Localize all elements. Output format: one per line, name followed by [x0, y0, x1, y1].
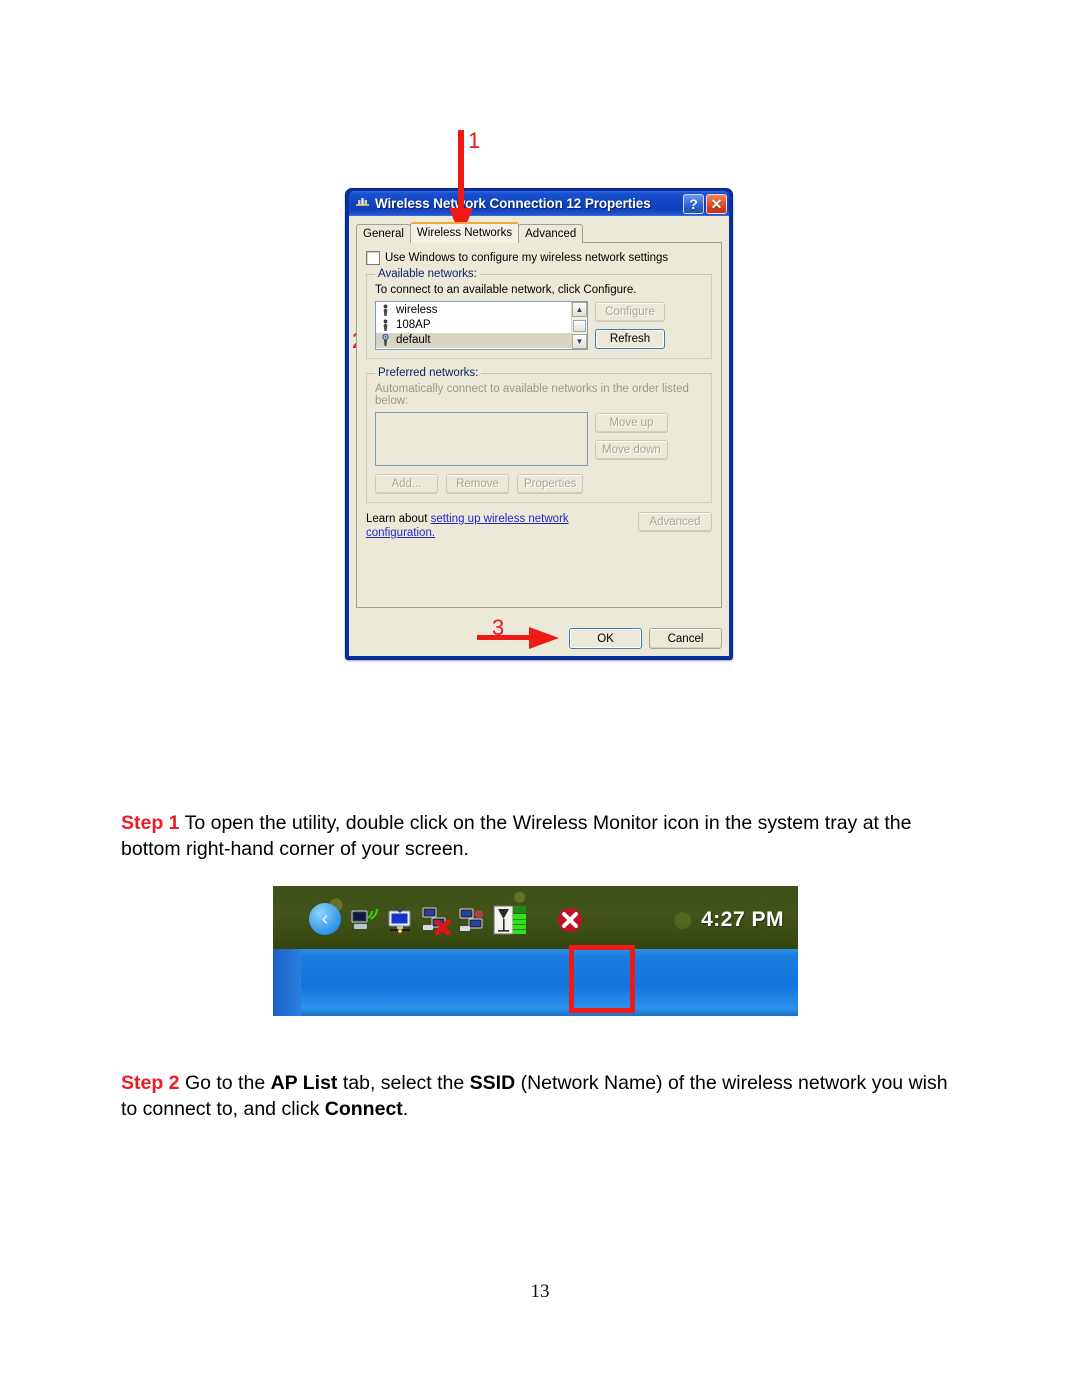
- available-networks-description: To connect to an available network, clic…: [375, 284, 637, 296]
- preferred-networks-group: Preferred networks: Automatically connec…: [366, 367, 712, 503]
- available-networks-listbox[interactable]: wireless 108AP default ▲ ▼: [375, 301, 588, 350]
- use-windows-checkbox[interactable]: [366, 251, 380, 265]
- network-activity-icon[interactable]: [349, 905, 379, 935]
- dialog-footer-buttons: OK Cancel: [569, 628, 722, 649]
- list-item[interactable]: default: [376, 333, 571, 348]
- properties-button[interactable]: Properties: [517, 474, 584, 494]
- step-2-part-5: Connect: [324, 1098, 403, 1120]
- wireless-monitor-icon[interactable]: [493, 904, 527, 936]
- configure-button[interactable]: Configure: [595, 302, 665, 322]
- dialog-client-area: General Wireless Networks Advanced Use W…: [349, 216, 729, 656]
- ad-hoc-network-icon: [380, 319, 391, 332]
- caption-buttons: ? ✕: [683, 193, 727, 214]
- wireless-networks-tab-page: Use Windows to configure my wireless net…: [356, 242, 722, 608]
- tab-advanced[interactable]: Advanced: [518, 224, 584, 243]
- security-alert-icon[interactable]: [555, 905, 585, 935]
- taskbar-clock[interactable]: 4:27 PM: [701, 908, 784, 932]
- list-item[interactable]: wireless: [376, 303, 571, 318]
- list-item-label: 108AP: [396, 319, 431, 331]
- scroll-up-icon[interactable]: ▲: [572, 302, 587, 317]
- step-1-text: To open the utility, double click on the…: [121, 812, 912, 860]
- step-2-part-2: tab, select the: [337, 1072, 470, 1094]
- step-2-label: Step 2: [121, 1072, 180, 1094]
- available-networks-group-title: Available networks:: [375, 268, 480, 280]
- network-adapter-icon: [354, 195, 371, 212]
- preferred-networks-group-title: Preferred networks:: [375, 367, 482, 379]
- annotation-arrow-3: [477, 627, 559, 649]
- add-button[interactable]: Add...: [375, 474, 438, 494]
- preferred-networks-description: Automatically connect to available netwo…: [375, 383, 689, 407]
- system-tray-figure: ‹ 4:27 PM: [273, 886, 798, 1016]
- step-2-part-6: .: [402, 1098, 409, 1120]
- refresh-button[interactable]: Refresh: [595, 329, 665, 349]
- preferred-networks-listbox[interactable]: [375, 412, 588, 466]
- wireless-properties-dialog: Wireless Network Connection 12 Propertie…: [345, 188, 733, 660]
- help-icon[interactable]: ?: [683, 193, 704, 214]
- close-icon[interactable]: ✕: [706, 193, 727, 214]
- available-networks-buttons: Configure Refresh: [595, 301, 665, 349]
- preferred-networks-edit-buttons: Add... Remove Properties: [375, 474, 703, 494]
- tray-icon-group: [349, 904, 585, 936]
- remove-button[interactable]: Remove: [446, 474, 509, 494]
- wireless-properties-dialog-figure: Wireless Network Connection 12 Propertie…: [345, 188, 733, 660]
- use-windows-checkbox-row[interactable]: Use Windows to configure my wireless net…: [366, 251, 712, 265]
- learn-about-row: Learn about setting up wireless network …: [366, 512, 712, 540]
- list-item[interactable]: 108AP: [376, 318, 571, 333]
- available-networks-row: wireless 108AP default ▲ ▼ Configure Ref…: [375, 301, 703, 350]
- tabstrip: General Wireless Networks Advanced: [356, 222, 722, 243]
- use-windows-checkbox-label: Use Windows to configure my wireless net…: [385, 252, 669, 264]
- step-2-part-0: Go to the: [179, 1072, 271, 1094]
- learn-about-text: Learn about setting up wireless network …: [366, 512, 581, 540]
- taskbar: [273, 949, 798, 1016]
- cancel-button[interactable]: Cancel: [649, 628, 722, 649]
- network-disconnected-icon[interactable]: [421, 905, 451, 936]
- page-number: 13: [530, 1281, 550, 1302]
- step-1-paragraph: Step 1 To open the utility, double click…: [121, 810, 951, 862]
- scrollbar-thumb[interactable]: [573, 319, 586, 332]
- learn-about-prefix: Learn about: [366, 513, 431, 525]
- dialog-titlebar: Wireless Network Connection 12 Propertie…: [349, 191, 729, 216]
- move-up-button[interactable]: Move up: [595, 413, 668, 433]
- available-networks-group: Available networks: To connect to an ava…: [366, 268, 712, 359]
- ok-button[interactable]: OK: [569, 628, 642, 649]
- step-2-paragraph: Step 2 Go to the AP List tab, select the…: [121, 1070, 951, 1122]
- step-1-label: Step 1: [121, 812, 180, 834]
- step-2-part-3: SSID: [469, 1072, 516, 1094]
- preferred-networks-order-buttons: Move up Move down: [595, 412, 668, 460]
- tab-wireless-networks[interactable]: Wireless Networks: [409, 222, 520, 243]
- available-networks-items: wireless 108AP default: [376, 302, 571, 349]
- wireless-monitor-highlight-box: [569, 945, 635, 1013]
- tab-general[interactable]: General: [356, 224, 411, 243]
- display-monitor-icon[interactable]: [385, 905, 415, 935]
- move-down-button[interactable]: Move down: [595, 440, 668, 460]
- step-2-part-1: AP List: [270, 1072, 338, 1094]
- advanced-button[interactable]: Advanced: [638, 512, 712, 532]
- show-hidden-icons-button[interactable]: ‹: [309, 903, 341, 935]
- listbox-scrollbar[interactable]: ▲ ▼: [571, 302, 587, 349]
- preferred-networks-row: Move up Move down: [375, 412, 703, 466]
- access-point-icon: [380, 333, 391, 347]
- list-item-label: default: [396, 334, 431, 346]
- list-item-label: wireless: [396, 304, 438, 316]
- ad-hoc-network-icon: [380, 304, 391, 317]
- scroll-down-icon[interactable]: ▼: [572, 334, 587, 349]
- dialog-title: Wireless Network Connection 12 Propertie…: [375, 196, 651, 211]
- network-icon[interactable]: [457, 905, 487, 935]
